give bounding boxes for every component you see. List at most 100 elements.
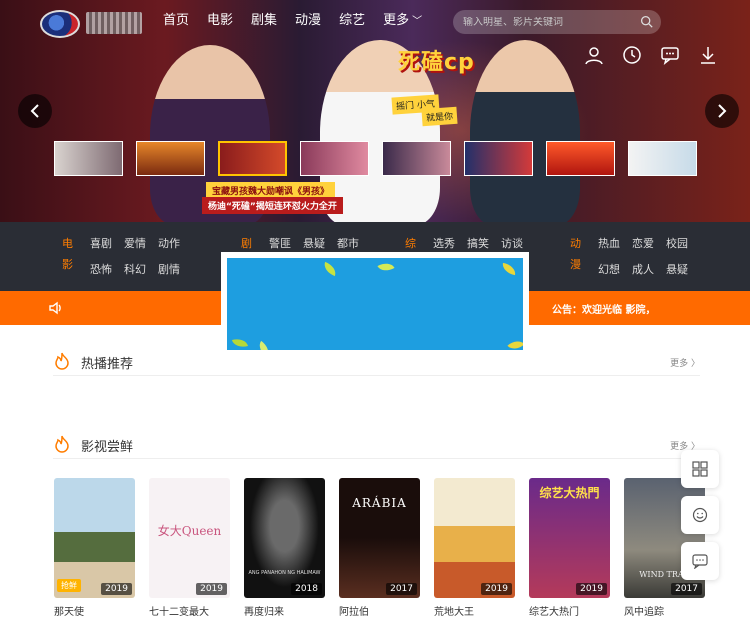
- category-link[interactable]: 校园: [666, 238, 688, 254]
- poster-caption[interactable]: 七十二变最大: [149, 603, 230, 618]
- poster-caption[interactable]: 风中追踪: [624, 603, 705, 618]
- chevron-left-icon: [30, 104, 39, 118]
- poster-year: 2017: [671, 583, 702, 595]
- ad-banner[interactable]: [221, 252, 529, 356]
- carousel-thumb[interactable]: [464, 141, 533, 176]
- carousel-next-button[interactable]: [705, 94, 739, 128]
- movie-poster[interactable]: 综艺大热門 2019: [529, 478, 610, 598]
- history-icon[interactable]: [622, 45, 642, 65]
- poster-year: 2019: [101, 583, 132, 595]
- movie-poster[interactable]: 女大Queen 2019: [149, 478, 230, 598]
- category-link[interactable]: 爱情: [124, 238, 146, 254]
- qr-code-button[interactable]: [681, 450, 719, 488]
- nav-movie[interactable]: 电影: [207, 12, 233, 31]
- leaf-decoration: [321, 261, 339, 277]
- poster-row: 抢鲜 2019 女大Queen 2019 ANG PANAHON NG HALI…: [54, 478, 705, 598]
- category-head-char: 影: [62, 258, 73, 271]
- carousel-thumbnails: [54, 141, 697, 176]
- section-more-link[interactable]: 更多 〉: [670, 356, 700, 369]
- fresh-badge: 抢鲜: [57, 579, 81, 592]
- search-icon[interactable]: [640, 15, 653, 28]
- message-icon[interactable]: [660, 45, 680, 65]
- category-head-char: 电: [62, 237, 73, 250]
- nav-more[interactable]: 更多 ﹀: [383, 12, 422, 31]
- search-box[interactable]: [453, 10, 661, 34]
- search-input[interactable]: [463, 16, 633, 28]
- carousel-thumb[interactable]: [382, 141, 451, 176]
- poster-year: 2017: [386, 583, 417, 595]
- fire-icon: [55, 435, 69, 453]
- poster-title: ARÁBIA: [352, 496, 407, 510]
- carousel-thumb[interactable]: [136, 141, 205, 176]
- poster-caption[interactable]: 荒地大王: [434, 603, 515, 618]
- fire-icon: [55, 352, 69, 370]
- main-nav: 首页 电影 剧集 动漫 综艺 更多 ﹀: [163, 12, 440, 31]
- poster-year: 2019: [196, 583, 227, 595]
- speaker-icon: [49, 301, 61, 315]
- show-side-label-2: 就是你: [421, 106, 458, 127]
- category-link[interactable]: 剧情: [158, 264, 180, 280]
- leaf-decoration: [501, 262, 517, 276]
- poster-title: 女大Queen: [157, 524, 222, 538]
- carousel-thumb[interactable]: [300, 141, 369, 176]
- leaf-decoration: [377, 259, 395, 275]
- category-group-movie: 电 影 喜剧 爱情 动作 恐怖 科幻 剧情: [62, 238, 180, 280]
- carousel-thumb[interactable]: [546, 141, 615, 176]
- hero-banner[interactable]: 首页 电影 剧集 动漫 综艺 更多﹀ 死磕cp 摇门 小气 就是你 宝藏男孩魏大…: [0, 0, 750, 222]
- carousel-thumb[interactable]: [54, 141, 123, 176]
- user-icon[interactable]: [584, 45, 604, 65]
- category-link[interactable]: 成人: [632, 264, 654, 280]
- chevron-right-icon: [718, 104, 727, 118]
- site-logo-icon[interactable]: [40, 10, 80, 38]
- message-icon: [692, 554, 708, 569]
- nav-more-label: 更多: [383, 13, 410, 28]
- movie-poster[interactable]: 抢鲜 2019: [54, 478, 135, 598]
- show-title-badge: 死磕cp: [398, 50, 475, 75]
- category-link[interactable]: 科幻: [124, 264, 146, 280]
- movie-poster[interactable]: ARÁBIA 2017: [339, 478, 420, 598]
- banner-caption-2: 杨迪“死磕”揭短连环怼火力全开: [202, 197, 343, 214]
- poster-caption[interactable]: 再度归来: [244, 603, 325, 618]
- nav-series[interactable]: 剧集: [251, 12, 277, 31]
- feedback-button[interactable]: [681, 496, 719, 534]
- category-link[interactable]: 恋爱: [632, 238, 654, 254]
- nav-home[interactable]: 首页: [163, 12, 189, 31]
- category-link[interactable]: 喜剧: [90, 238, 112, 254]
- category-link[interactable]: 幻想: [598, 264, 620, 280]
- category-link[interactable]: 动作: [158, 238, 180, 254]
- category-head-char: 动: [570, 237, 581, 250]
- nav-anime[interactable]: 动漫: [295, 12, 321, 31]
- banner-host-right: [470, 40, 580, 222]
- poster-caption[interactable]: 那天使: [54, 603, 135, 618]
- movie-poster[interactable]: 2019: [434, 478, 515, 598]
- chevron-down-icon: ﹀: [412, 16, 423, 27]
- section-hot: 热播推荐 更多 〉: [53, 350, 700, 376]
- carousel-thumb-active[interactable]: [218, 141, 287, 176]
- poster-caption[interactable]: 阿拉伯: [339, 603, 420, 618]
- nav-variety[interactable]: 综艺: [339, 12, 365, 31]
- qr-code-icon: [692, 461, 708, 477]
- category-link[interactable]: 恐怖: [90, 264, 112, 280]
- category-link[interactable]: 热血: [598, 238, 620, 254]
- notice-text: 公告：欢迎光临 影院，: [552, 305, 656, 316]
- section-title: 影视尝鲜: [81, 440, 134, 455]
- category-head-char: 剧: [241, 237, 252, 250]
- category-head[interactable]: 动 漫: [570, 238, 584, 280]
- category-head[interactable]: 电 影: [62, 238, 76, 280]
- site-logo-text[interactable]: [86, 12, 142, 34]
- download-icon[interactable]: [698, 45, 718, 65]
- ad-image: [227, 258, 523, 350]
- floating-tools: [681, 450, 719, 580]
- movie-poster[interactable]: ANG PANAHON NG HALIMAW 2018: [244, 478, 325, 598]
- poster-caption[interactable]: 综艺大热门: [529, 603, 610, 618]
- section-title: 热播推荐: [81, 357, 134, 372]
- carousel-thumb[interactable]: [628, 141, 697, 176]
- leaf-decoration: [231, 336, 249, 350]
- carousel-prev-button[interactable]: [18, 94, 52, 128]
- poster-captions: 那天使 七十二变最大 再度归来 阿拉伯 荒地大王 综艺大热门 风中追踪: [54, 603, 705, 618]
- chat-button[interactable]: [681, 542, 719, 580]
- category-group-anime: 动 漫 热血 恋爱 校园 幻想 成人 悬疑: [570, 238, 688, 280]
- category-link[interactable]: 悬疑: [666, 264, 688, 280]
- smile-icon: [692, 507, 708, 523]
- poster-title: ANG PANAHON NG HALIMAW: [248, 570, 321, 576]
